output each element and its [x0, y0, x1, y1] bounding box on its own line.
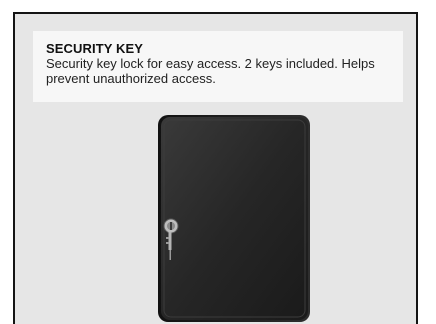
info-card: SECURITY KEY Security key lock for easy … [33, 31, 403, 102]
key-lock-box-image [156, 113, 312, 324]
lock-icon [163, 218, 179, 234]
product-title: SECURITY KEY [46, 41, 144, 56]
key-lock-box-icon [158, 115, 310, 322]
box-door [161, 117, 308, 320]
product-panel: SECURITY KEY Security key lock for easy … [13, 12, 418, 324]
product-description: Security key lock for easy access. 2 key… [46, 56, 375, 86]
